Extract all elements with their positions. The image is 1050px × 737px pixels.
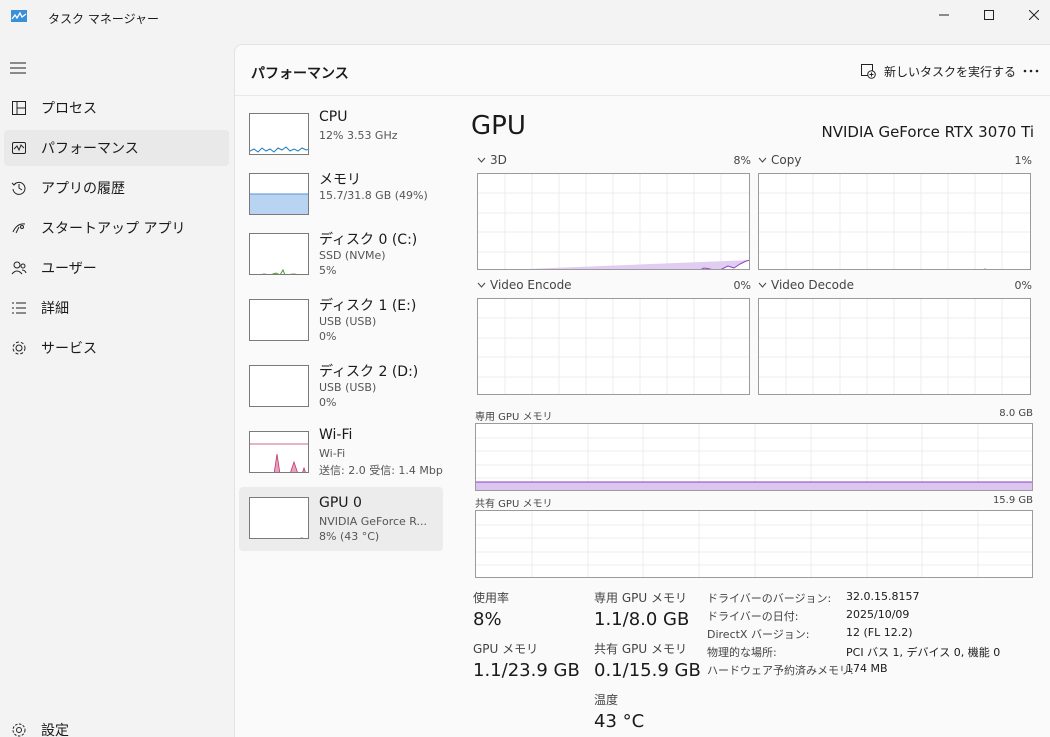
engine-copy-percent: 1% <box>1014 154 1032 167</box>
nav-item-details[interactable]: 詳細 <box>4 290 229 326</box>
engine-selector-3d[interactable]: 3D <box>477 153 507 167</box>
device-item-memory[interactable]: メモリ 15.7/31.8 GB (49%) <box>239 167 443 231</box>
services-icon <box>9 338 29 358</box>
shared-memory-max: 15.9 GB <box>992 495 1033 506</box>
nav-item-startup-apps[interactable]: スタートアップ アプリ <box>4 210 229 246</box>
performance-icon <box>9 138 29 158</box>
engine-selector-video-decode[interactable]: Video Decode <box>758 278 854 292</box>
engine-3d-plot <box>478 174 749 269</box>
chevron-down-icon <box>758 157 767 163</box>
usage-value: 8% <box>473 609 502 630</box>
chevron-down-icon <box>477 282 486 288</box>
engine-video-decode-percent: 0% <box>1014 279 1032 292</box>
details-icon <box>9 298 29 318</box>
nav-item-app-history[interactable]: アプリの履歴 <box>4 170 229 206</box>
reserved-memory-value: 174 MB <box>846 662 888 675</box>
gpu-model-name: NVIDIA GeForce RTX 3070 Ti <box>821 123 1034 141</box>
task-manager-icon <box>11 10 27 22</box>
cpu-thumbnail <box>249 113 309 155</box>
engine-video-decode-graph <box>758 298 1031 395</box>
menu-toggle-button[interactable] <box>8 56 28 80</box>
engine-video-encode-graph <box>477 298 750 395</box>
device-item-cpu[interactable]: CPU 12% 3.53 GHz <box>239 107 443 171</box>
history-icon <box>9 178 29 198</box>
device-item-wifi[interactable]: Wi-Fi Wi-Fi 送信: 2.0 受信: 1.4 Mbps <box>239 425 443 489</box>
nav-item-performance[interactable]: パフォーマンス <box>4 130 229 166</box>
hamburger-icon <box>10 62 26 74</box>
window-title: タスク マネージャー <box>48 12 159 26</box>
driver-version-key: ドライバーのバージョン: <box>707 592 832 605</box>
gpu-0-thumbnail <box>249 497 309 539</box>
engine-video-decode-plot <box>759 299 1030 394</box>
disk-1-thumbnail <box>249 299 309 341</box>
device-item-gpu-0[interactable]: GPU 0 NVIDIA GeForce R... 8% (43 °C) <box>239 487 443 551</box>
engine-video-encode-percent: 0% <box>733 279 751 292</box>
dedicated-memory-label: 専用 GPU メモリ <box>475 412 553 423</box>
physical-location-value: PCI バス 1, デバイス 0, 機能 0 <box>846 646 1001 659</box>
chevron-down-icon <box>758 282 767 288</box>
processes-icon <box>9 98 29 118</box>
engine-copy-graph <box>758 173 1031 270</box>
more-options-button[interactable] <box>1017 59 1045 83</box>
more-dots-icon <box>1023 69 1039 73</box>
shared-usage-label: 共有 GPU メモリ <box>594 642 687 656</box>
driver-version-value: 32.0.15.8157 <box>846 590 920 603</box>
wifi-thumbnail <box>249 431 309 473</box>
dedicated-memory-max: 8.0 GB <box>999 408 1033 419</box>
maximize-button[interactable] <box>966 0 1012 30</box>
device-item-disk-2[interactable]: ディスク 2 (D:) USB (USB) 0% <box>239 359 443 423</box>
shared-memory-plot <box>476 511 1032 577</box>
new-task-icon <box>861 64 876 79</box>
nav-item-users[interactable]: ユーザー <box>4 250 229 286</box>
engine-3d-graph <box>477 173 750 270</box>
header-divider <box>235 95 1050 96</box>
nav-item-services[interactable]: サービス <box>4 330 229 366</box>
gpu-heading: GPU <box>471 111 526 141</box>
temperature-value: 43 °C <box>594 711 645 732</box>
directx-version-key: DirectX バージョン: <box>707 628 810 641</box>
disk-2-thumbnail <box>249 365 309 407</box>
engine-video-encode-plot <box>478 299 749 394</box>
directx-version-value: 12 (FL 12.2) <box>846 626 913 639</box>
temperature-label: 温度 <box>594 693 619 707</box>
memory-thumbnail <box>249 173 309 215</box>
minimize-button[interactable] <box>921 0 967 30</box>
engine-copy-plot <box>759 174 1030 269</box>
dedicated-usage-label: 専用 GPU メモリ <box>594 591 687 605</box>
shared-usage-value: 0.1/15.9 GB <box>594 660 701 681</box>
main-panel: パフォーマンス 新しいタスクを実行する CPU 12% 3.53 GHz メモリ… <box>234 44 1050 737</box>
driver-date-value: 2025/10/09 <box>846 608 910 621</box>
engine-selector-video-encode[interactable]: Video Encode <box>477 278 572 292</box>
shared-memory-label: 共有 GPU メモリ <box>475 499 553 510</box>
settings-gear-icon <box>9 720 29 737</box>
title-bar: タスク マネージャー <box>0 0 1050 36</box>
dedicated-memory-graph <box>475 423 1033 491</box>
physical-location-key: 物理的な場所: <box>707 646 777 659</box>
nav-item-processes[interactable]: プロセス <box>4 90 229 126</box>
users-icon <box>9 258 29 278</box>
dedicated-usage-value: 1.1/8.0 GB <box>594 609 690 630</box>
usage-label: 使用率 <box>473 591 510 605</box>
close-icon <box>1029 10 1039 20</box>
dedicated-memory-plot <box>476 424 1032 490</box>
engine-selector-copy[interactable]: Copy <box>758 153 801 167</box>
gpu-memory-value: 1.1/23.9 GB <box>473 660 580 681</box>
page-title: パフォーマンス <box>251 66 349 82</box>
chevron-down-icon <box>477 157 486 163</box>
nav-item-settings[interactable]: 設定 <box>4 712 229 737</box>
reserved-memory-key: ハードウェア予約済みメモリ: <box>707 664 854 677</box>
run-new-task-button[interactable]: 新しいタスクを実行する <box>860 59 1016 83</box>
engine-3d-percent: 8% <box>733 154 751 167</box>
minimize-icon <box>939 14 949 16</box>
maximize-icon <box>984 10 994 20</box>
device-item-disk-1[interactable]: ディスク 1 (E:) USB (USB) 0% <box>239 293 443 357</box>
startup-icon <box>9 218 29 238</box>
shared-memory-graph <box>475 510 1033 578</box>
device-item-disk-0[interactable]: ディスク 0 (C:) SSD (NVMe) 5% <box>239 227 443 291</box>
gpu-memory-label: GPU メモリ <box>473 642 539 656</box>
disk-0-thumbnail <box>249 233 309 275</box>
close-button[interactable] <box>1011 0 1050 30</box>
driver-date-key: ドライバーの日付: <box>707 610 799 623</box>
